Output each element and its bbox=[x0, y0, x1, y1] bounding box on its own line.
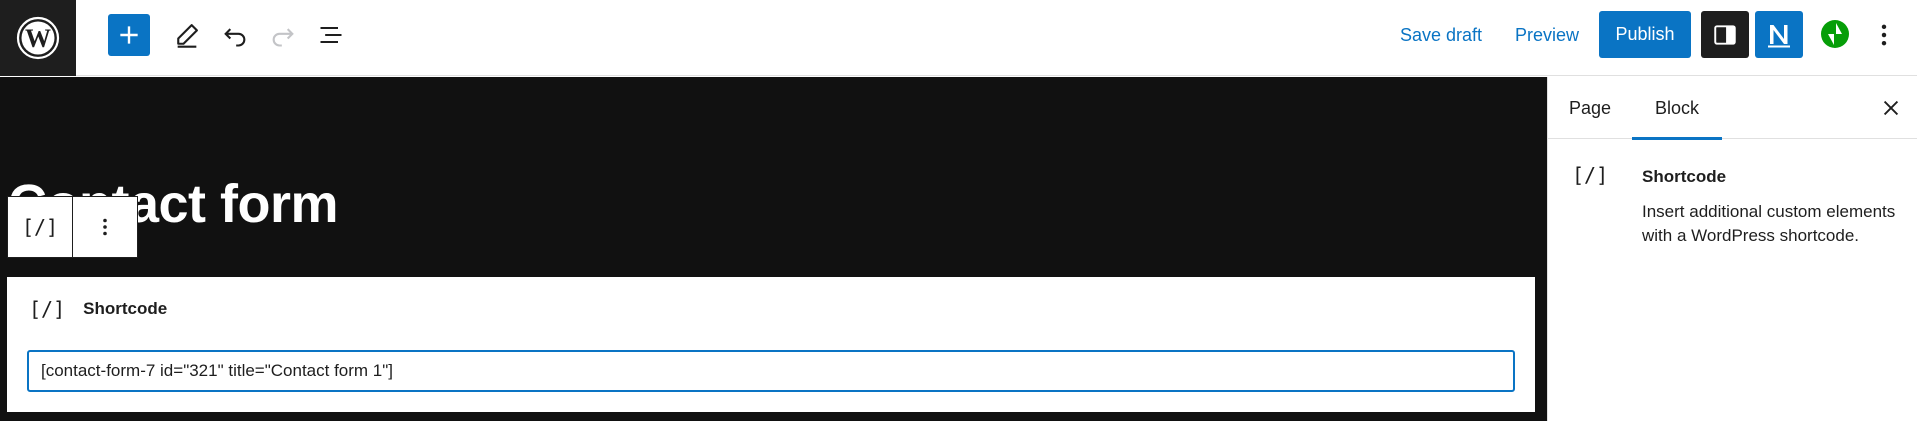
tab-block[interactable]: Block bbox=[1632, 77, 1722, 140]
settings-sidebar: Page Block [/] Shortcode Insert addition… bbox=[1547, 77, 1917, 421]
editor-canvas: Contact form [/] [/] Shortcode bbox=[0, 77, 1547, 421]
sidebar-toggle-icon bbox=[1714, 24, 1736, 45]
redo-button[interactable] bbox=[262, 14, 304, 56]
editor-header: W Save draft Preview Publish bbox=[0, 0, 1917, 76]
vertical-ellipsis-icon bbox=[103, 218, 107, 236]
shortcode-icon: [/] bbox=[21, 215, 59, 239]
options-menu-button[interactable] bbox=[1864, 14, 1904, 56]
publish-button[interactable]: Publish bbox=[1599, 11, 1691, 58]
plugin-n-button[interactable] bbox=[1755, 11, 1803, 58]
block-toolbar: [/] bbox=[7, 196, 138, 258]
shortcode-icon: [/] bbox=[29, 297, 66, 321]
undo-button[interactable] bbox=[214, 14, 256, 56]
plus-icon bbox=[120, 26, 138, 44]
close-sidebar-button[interactable] bbox=[1876, 93, 1906, 123]
shortcode-block[interactable]: [/] Shortcode bbox=[7, 277, 1535, 412]
wordpress-logo-icon[interactable]: W bbox=[0, 0, 76, 76]
save-draft-button[interactable]: Save draft bbox=[1400, 0, 1482, 70]
document-overview-button[interactable] bbox=[310, 14, 352, 56]
shortcode-icon: [/] bbox=[1572, 163, 1609, 187]
undo-icon bbox=[224, 28, 246, 47]
jetpack-bolt-icon bbox=[1821, 20, 1849, 48]
svg-text:W: W bbox=[25, 24, 51, 53]
shortcode-block-header: [/] Shortcode bbox=[29, 297, 167, 321]
close-icon bbox=[1883, 100, 1899, 116]
settings-toggle-button[interactable] bbox=[1701, 11, 1749, 58]
block-type-button[interactable]: [/] bbox=[8, 197, 73, 257]
n-logo-icon bbox=[1768, 24, 1790, 47]
tab-page[interactable]: Page bbox=[1548, 77, 1632, 139]
tools-button[interactable] bbox=[166, 14, 208, 56]
block-card-description: Insert additional custom elements with a… bbox=[1642, 202, 1896, 245]
block-card-title: Shortcode bbox=[1642, 167, 1727, 186]
block-options-button[interactable] bbox=[73, 197, 137, 257]
vertical-ellipsis-icon bbox=[1881, 24, 1887, 46]
sidebar-tabs: Page Block bbox=[1548, 77, 1917, 140]
add-block-button[interactable] bbox=[108, 14, 150, 56]
list-view-icon bbox=[320, 26, 342, 44]
redo-icon bbox=[272, 28, 294, 47]
pencil-icon bbox=[177, 24, 198, 48]
preview-button[interactable]: Preview bbox=[1515, 0, 1579, 70]
shortcode-input[interactable] bbox=[27, 350, 1515, 392]
jetpack-button[interactable] bbox=[1813, 12, 1857, 56]
shortcode-block-label: Shortcode bbox=[83, 299, 168, 318]
